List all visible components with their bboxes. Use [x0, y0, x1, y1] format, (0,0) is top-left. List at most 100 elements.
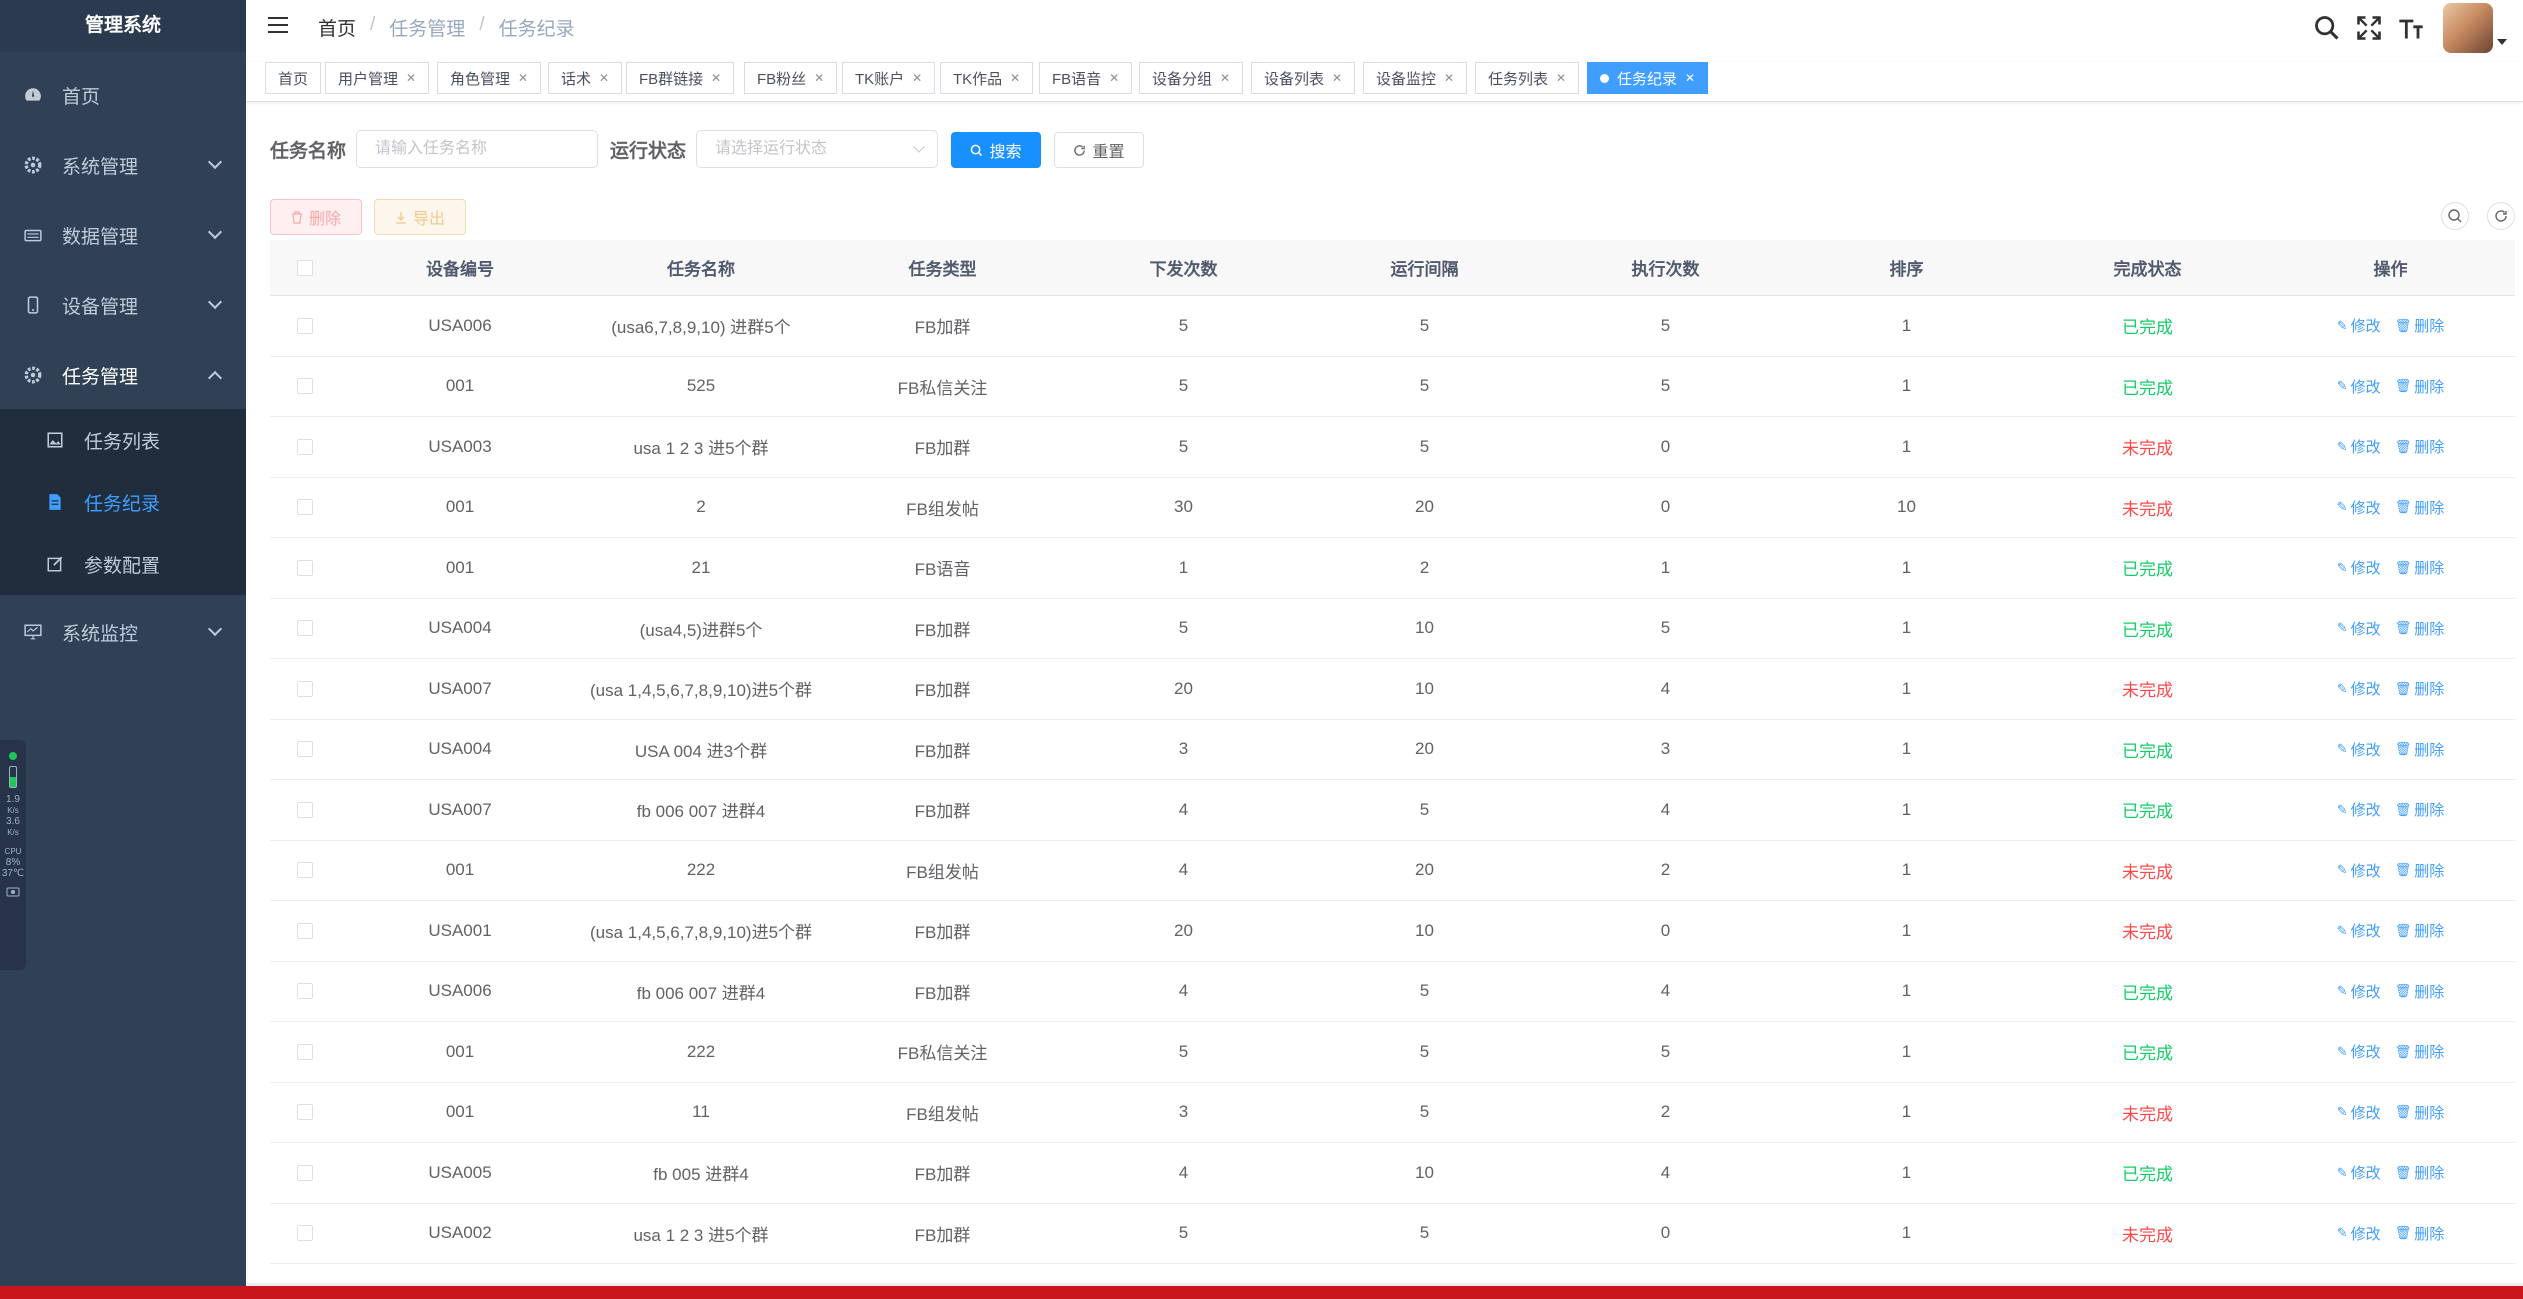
delete-row-button[interactable]: 🗑 删除: [2395, 678, 2445, 699]
delete-row-button[interactable]: 🗑 删除: [2395, 920, 2445, 941]
tag-item[interactable]: FB语音 ✕: [1039, 62, 1133, 94]
close-icon[interactable]: ✕: [518, 71, 528, 85]
tag-item[interactable]: 设备监控 ✕: [1363, 62, 1468, 94]
toggle-search-button[interactable]: [2441, 202, 2469, 230]
edit-button[interactable]: ✎ 修改: [2337, 1041, 2381, 1062]
sidebar-item-device[interactable]: 设备管理: [0, 275, 246, 335]
edit-button[interactable]: ✎ 修改: [2337, 315, 2381, 336]
reset-button[interactable]: 重置: [1054, 132, 1144, 168]
row-checkbox[interactable]: [297, 317, 313, 334]
edit-button[interactable]: ✎ 修改: [2337, 920, 2381, 941]
close-icon[interactable]: ✕: [1332, 71, 1342, 85]
close-icon[interactable]: ✕: [1556, 71, 1566, 85]
delete-row-button[interactable]: 🗑 删除: [2395, 497, 2445, 518]
system-monitor-widget[interactable]: 1.9 K/s 3.6 K/s CPU 8% 37℃: [0, 740, 26, 970]
edit-button[interactable]: ✎ 修改: [2337, 739, 2381, 760]
sidebar-subitem-task-record[interactable]: 任务纪录: [0, 471, 246, 533]
export-button[interactable]: 导出: [374, 199, 466, 235]
delete-button[interactable]: 删除: [270, 199, 362, 235]
close-icon[interactable]: ✕: [711, 71, 721, 85]
close-icon[interactable]: ✕: [406, 71, 416, 85]
refresh-table-button[interactable]: [2487, 202, 2515, 230]
edit-button[interactable]: ✎ 修改: [2337, 1223, 2381, 1244]
delete-row-button[interactable]: 🗑 删除: [2395, 618, 2445, 639]
sidebar-subitem-params[interactable]: 参数配置: [0, 533, 246, 595]
row-checkbox[interactable]: [297, 1164, 313, 1181]
sidebar-subitem-task-list[interactable]: 任务列表: [0, 409, 246, 471]
tag-item[interactable]: FB粉丝 ✕: [744, 62, 838, 94]
fullscreen-icon[interactable]: [2355, 14, 2383, 42]
close-icon[interactable]: ✕: [599, 71, 609, 85]
close-icon[interactable]: ✕: [1109, 71, 1119, 85]
row-checkbox[interactable]: [297, 922, 313, 939]
delete-row-button[interactable]: 🗑 删除: [2395, 1102, 2445, 1123]
tag-item[interactable]: TK账户 ✕: [842, 62, 936, 94]
sidebar-item-task[interactable]: 任务管理: [0, 345, 246, 405]
close-icon[interactable]: ✕: [1220, 71, 1230, 85]
row-checkbox[interactable]: [297, 1104, 313, 1121]
row-checkbox[interactable]: [297, 378, 313, 395]
delete-row-button[interactable]: 🗑 删除: [2395, 799, 2445, 820]
edit-button[interactable]: ✎ 修改: [2337, 436, 2381, 457]
tag-item[interactable]: 设备列表 ✕: [1251, 62, 1356, 94]
tag-item[interactable]: FB群链接 ✕: [626, 62, 735, 94]
tag-item[interactable]: TK作品 ✕: [940, 62, 1034, 94]
breadcrumb-task-mgmt[interactable]: 任务管理: [389, 14, 465, 41]
edit-button[interactable]: ✎ 修改: [2337, 678, 2381, 699]
font-size-icon[interactable]: [2397, 14, 2425, 42]
edit-button[interactable]: ✎ 修改: [2337, 1162, 2381, 1183]
tag-item[interactable]: 设备分组 ✕: [1139, 62, 1244, 94]
row-checkbox[interactable]: [297, 620, 313, 637]
close-icon[interactable]: ✕: [1010, 71, 1020, 85]
close-icon[interactable]: ✕: [814, 71, 824, 85]
edit-button[interactable]: ✎ 修改: [2337, 799, 2381, 820]
delete-row-button[interactable]: 🗑 删除: [2395, 1223, 2445, 1244]
delete-row-button[interactable]: 🗑 删除: [2395, 981, 2445, 1002]
select-all-checkbox[interactable]: [297, 259, 313, 276]
delete-row-button[interactable]: 🗑 删除: [2395, 1162, 2445, 1183]
task-name-input[interactable]: 请输入任务名称: [356, 130, 598, 168]
sidebar-item-data[interactable]: 数据管理: [0, 205, 246, 265]
tag-item[interactable]: 话术 ✕: [548, 62, 623, 94]
row-checkbox[interactable]: [297, 680, 313, 697]
edit-button[interactable]: ✎ 修改: [2337, 497, 2381, 518]
row-checkbox[interactable]: [297, 1043, 313, 1060]
row-checkbox[interactable]: [297, 499, 313, 516]
search-button[interactable]: 搜索: [951, 132, 1041, 168]
search-icon[interactable]: [2313, 14, 2341, 42]
delete-row-button[interactable]: 🗑 删除: [2395, 739, 2445, 760]
edit-button[interactable]: ✎ 修改: [2337, 618, 2381, 639]
row-checkbox[interactable]: [297, 559, 313, 576]
close-icon[interactable]: ✕: [1685, 71, 1695, 85]
tag-item[interactable]: 角色管理 ✕: [437, 62, 542, 94]
sidebar-item-home[interactable]: 首页: [0, 65, 246, 125]
row-checkbox[interactable]: [297, 1225, 313, 1242]
camera-icon[interactable]: [6, 885, 20, 897]
sidebar-item-monitor[interactable]: 系统监控: [0, 602, 246, 662]
caret-down-icon[interactable]: [2497, 39, 2507, 45]
delete-row-button[interactable]: 🗑 删除: [2395, 557, 2445, 578]
close-icon[interactable]: ✕: [912, 71, 922, 85]
edit-button[interactable]: ✎ 修改: [2337, 860, 2381, 881]
delete-row-button[interactable]: 🗑 删除: [2395, 376, 2445, 397]
close-icon[interactable]: ✕: [1444, 71, 1454, 85]
row-checkbox[interactable]: [297, 741, 313, 758]
tag-item[interactable]: 首页: [265, 62, 322, 94]
edit-button[interactable]: ✎ 修改: [2337, 1102, 2381, 1123]
breadcrumb-home[interactable]: 首页: [318, 14, 356, 41]
delete-row-button[interactable]: 🗑 删除: [2395, 436, 2445, 457]
delete-row-button[interactable]: 🗑 删除: [2395, 315, 2445, 336]
tag-item-active[interactable]: 任务纪录 ✕: [1587, 62, 1709, 94]
row-checkbox[interactable]: [297, 983, 313, 1000]
sidebar-item-system[interactable]: 系统管理: [0, 135, 246, 195]
edit-button[interactable]: ✎ 修改: [2337, 981, 2381, 1002]
tag-item[interactable]: 用户管理 ✕: [325, 62, 430, 94]
status-select[interactable]: 请选择运行状态: [696, 130, 938, 168]
hamburger-icon[interactable]: [268, 17, 288, 35]
edit-button[interactable]: ✎ 修改: [2337, 376, 2381, 397]
row-checkbox[interactable]: [297, 438, 313, 455]
row-checkbox[interactable]: [297, 862, 313, 879]
tag-item[interactable]: 任务列表 ✕: [1475, 62, 1580, 94]
row-checkbox[interactable]: [297, 801, 313, 818]
delete-row-button[interactable]: 🗑 删除: [2395, 860, 2445, 881]
